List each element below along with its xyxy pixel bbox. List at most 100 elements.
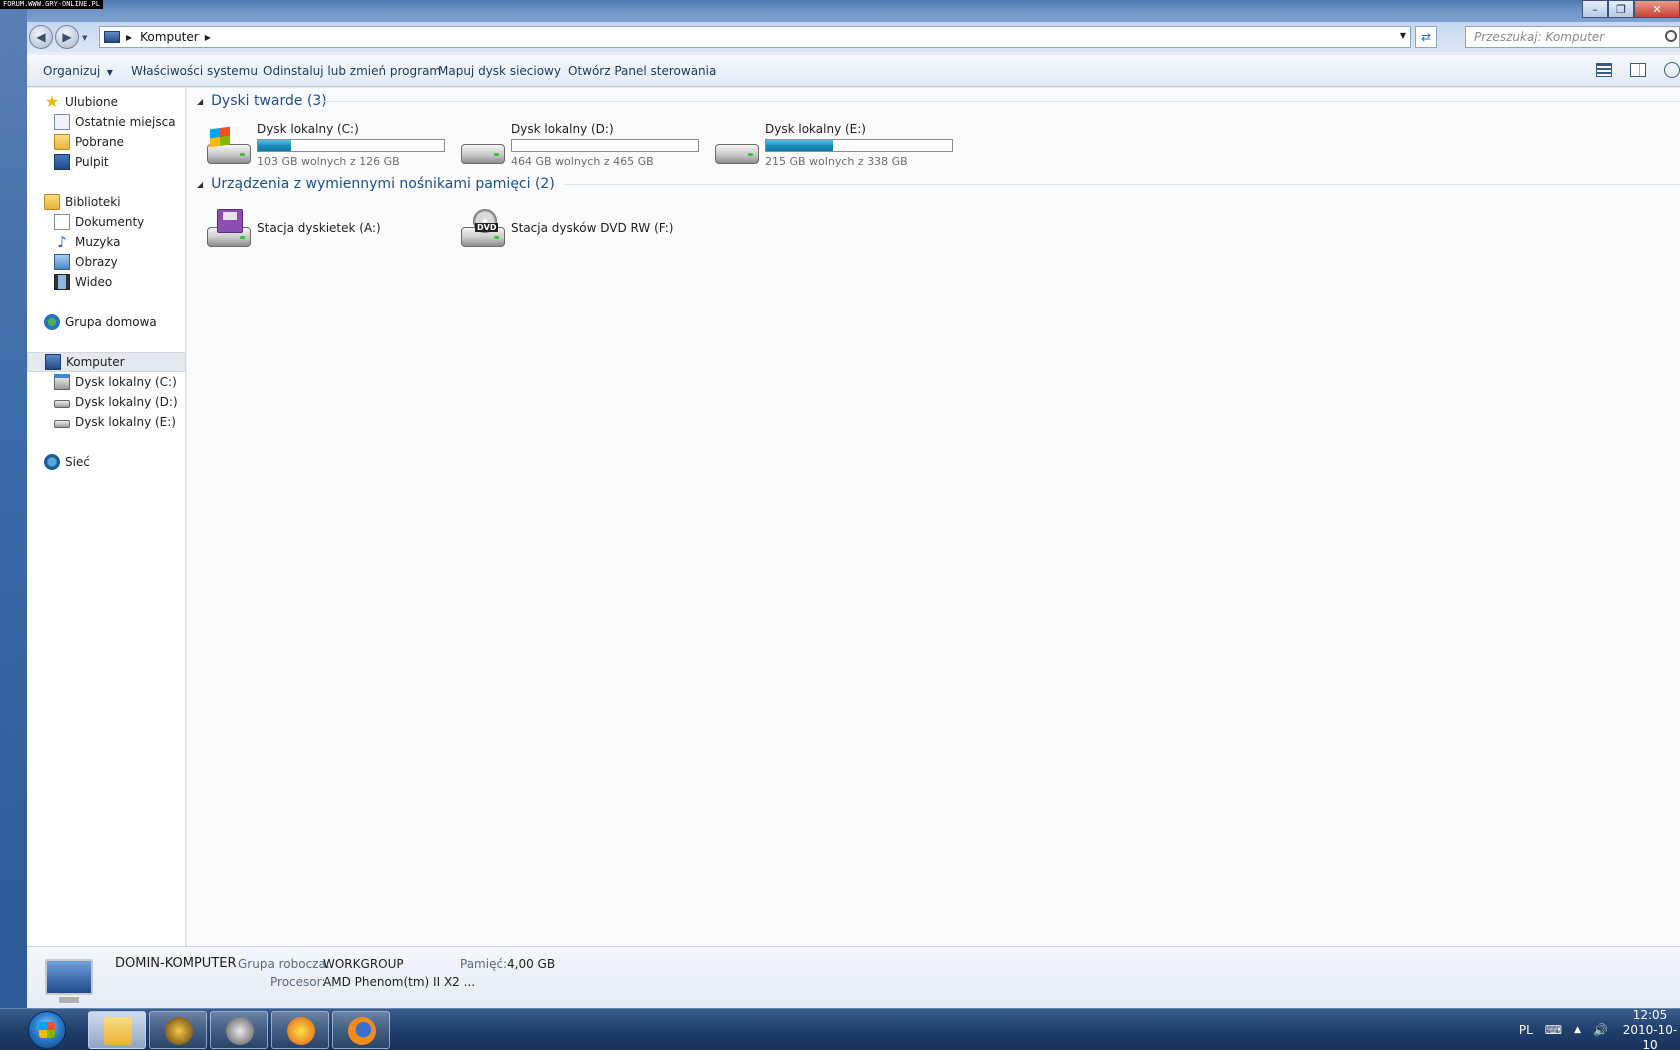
warcraft-icon <box>165 1017 193 1045</box>
nav-item-homegroup[interactable]: Grupa domowa <box>27 312 186 332</box>
nav-item-pictures[interactable]: Obrazy <box>27 252 186 272</box>
hard-drive-icon <box>54 400 70 408</box>
forward-button[interactable]: ▶ <box>55 25 79 49</box>
help-icon[interactable] <box>1664 62 1680 78</box>
refresh-button[interactable]: ⇄ <box>1415 26 1437 48</box>
nav-item-videos[interactable]: Wideo <box>27 272 186 292</box>
open-control-panel-button[interactable]: Otwórz Panel sterowania <box>568 64 716 78</box>
videos-icon <box>54 274 70 290</box>
drive-tile-e[interactable]: Dysk lokalny (E:) 215 GB wolnych z 338 G… <box>713 122 953 168</box>
forward-arrow-icon: ▶ <box>62 30 72 44</box>
nav-label: Muzyka <box>75 235 121 249</box>
breadcrumb-computer[interactable]: Komputer <box>140 30 199 44</box>
navigation-pane: ★ Ulubione Ostatnie miejsca Pobrane Pulp… <box>27 88 186 946</box>
nav-item-downloads[interactable]: Pobrane <box>27 132 186 152</box>
search-icon[interactable] <box>1665 30 1677 42</box>
processor-label: Procesor: <box>270 975 326 989</box>
drive-tile-f[interactable]: DVD Stacja dysków DVD RW (F:) <box>459 205 699 251</box>
refresh-icon: ⇄ <box>1420 30 1432 44</box>
volume-icon[interactable]: 🔊 <box>1593 1023 1608 1037</box>
nav-item-drive-e[interactable]: Dysk lokalny (E:) <box>27 412 186 432</box>
clock[interactable]: 12:05 2010-10-10 <box>1620 1008 1680 1050</box>
taskbar-firefox[interactable] <box>332 1011 390 1049</box>
nav-label: Grupa domowa <box>65 315 157 329</box>
organize-button[interactable]: Organizuj ▼ <box>43 64 113 78</box>
collapse-triangle-icon[interactable]: ◢ <box>197 180 203 189</box>
preview-pane-icon[interactable] <box>1630 63 1646 77</box>
group-divider <box>565 184 1680 185</box>
system-drive-icon <box>54 374 70 390</box>
hard-drive-icon <box>54 420 70 428</box>
details-pane: DOMIN-KOMPUTER Grupa robocza: WORKGROUP … <box>27 946 1680 1008</box>
back-button[interactable]: ◀ <box>29 25 53 49</box>
nav-label: Dysk lokalny (C:) <box>75 375 177 389</box>
smiling-sun-icon <box>287 1017 315 1045</box>
watermark: FORUM.WWW.GRY-ONLINE.PL <box>0 0 103 9</box>
map-network-drive-button[interactable]: Mapuj dysk sieciowy <box>438 64 561 78</box>
uninstall-program-button[interactable]: Odinstaluj lub zmień program <box>263 64 441 78</box>
drive-usage-fill <box>766 140 833 151</box>
chevron-right-icon[interactable]: ▶ <box>126 33 132 42</box>
drive-tile-c[interactable]: Dysk lokalny (C:) 103 GB wolnych z 126 G… <box>205 122 445 168</box>
nav-item-computer[interactable]: Komputer <box>27 352 186 372</box>
clock-date: 2010-10-10 <box>1622 1022 1678 1050</box>
organize-label: Organizuj <box>43 64 101 78</box>
recent-pages-dropdown[interactable]: ▼ <box>82 34 87 42</box>
nav-item-music[interactable]: ♪ Muzyka <box>27 232 186 252</box>
nav-label: Biblioteki <box>65 195 121 209</box>
minimize-button[interactable]: – <box>1582 0 1608 18</box>
nav-item-drive-d[interactable]: Dysk lokalny (D:) <box>27 392 186 412</box>
search-input[interactable]: Przeszukaj: Komputer <box>1465 26 1680 48</box>
close-button[interactable]: ✕ <box>1634 0 1680 18</box>
drive-tile-a[interactable]: Stacja dyskietek (A:) <box>205 205 445 251</box>
computer-monitor-icon <box>45 959 93 1003</box>
removable-group-header[interactable]: ◢ Urządzenia z wymiennymi nośnikami pami… <box>197 174 555 194</box>
taskbar-explorer[interactable] <box>88 1011 146 1049</box>
collapse-triangle-icon[interactable]: ◢ <box>197 97 203 106</box>
explorer-window: – ❐ ✕ ◀ ▶ ▼ ▶ Komputer ▶ ▼ ⇄ Przeszukaj:… <box>27 0 1680 1008</box>
nav-item-favorites[interactable]: ★ Ulubione <box>27 92 186 112</box>
drive-free-space: 103 GB wolnych z 126 GB <box>257 155 400 168</box>
chevron-down-icon: ▼ <box>104 68 113 77</box>
language-indicator[interactable]: PL <box>1519 1023 1533 1037</box>
group-divider <box>317 101 1680 102</box>
nav-label: Dokumenty <box>75 215 145 229</box>
drive-free-space: 215 GB wolnych z 338 GB <box>765 155 908 168</box>
taskbar-warcraft[interactable] <box>149 1011 207 1049</box>
nav-item-documents[interactable]: Dokumenty <box>27 212 186 232</box>
nav-item-libraries[interactable]: Biblioteki <box>27 192 186 212</box>
taskbar-sun-app[interactable] <box>271 1011 329 1049</box>
chevron-right-icon[interactable]: ▶ <box>205 33 211 42</box>
maximize-button[interactable]: ❐ <box>1608 0 1634 18</box>
change-view-icon[interactable] <box>1596 63 1612 77</box>
nav-item-recent-places[interactable]: Ostatnie miejsca <box>27 112 186 132</box>
keyboard-icon[interactable]: ⌨ <box>1545 1023 1562 1037</box>
memory-value: 4,00 GB <box>507 957 556 971</box>
nav-item-desktop[interactable]: Pulpit <box>27 152 186 172</box>
nav-item-network[interactable]: Sieć <box>27 452 186 472</box>
nav-label: Dysk lokalny (D:) <box>75 395 178 409</box>
nav-item-drive-c[interactable]: Dysk lokalny (C:) <box>27 372 186 392</box>
system-properties-button[interactable]: Właściwości systemu <box>131 64 258 78</box>
hard-drive-icon <box>459 126 505 166</box>
dvd-badge: DVD <box>475 223 499 232</box>
floppy-drive-icon <box>205 209 251 249</box>
drive-tile-d[interactable]: Dysk lokalny (D:) 464 GB wolnych z 465 G… <box>459 122 699 168</box>
nav-label: Komputer <box>66 355 125 369</box>
taskbar-alien-app[interactable] <box>210 1011 268 1049</box>
show-hidden-icons-icon[interactable]: ▲ <box>1574 1025 1581 1035</box>
address-dropdown-icon[interactable]: ▼ <box>1400 31 1406 40</box>
drive-usage-fill <box>258 140 292 151</box>
computer-icon <box>45 354 61 370</box>
computer-name: DOMIN-KOMPUTER <box>115 956 237 971</box>
address-bar[interactable]: ▶ Komputer ▶ ▼ <box>99 26 1411 48</box>
back-arrow-icon: ◀ <box>36 30 46 44</box>
command-bar: Organizuj ▼ Właściwości systemu Odinstal… <box>27 55 1680 87</box>
nav-label: Pulpit <box>75 155 109 169</box>
hard-drives-group-header[interactable]: ◢ Dyski twarde (3) <box>197 91 327 111</box>
music-note-icon: ♪ <box>57 233 67 251</box>
nav-label: Wideo <box>75 275 113 289</box>
start-button[interactable] <box>28 1011 66 1049</box>
nav-label: Obrazy <box>75 255 118 269</box>
computer-icon <box>104 31 120 43</box>
